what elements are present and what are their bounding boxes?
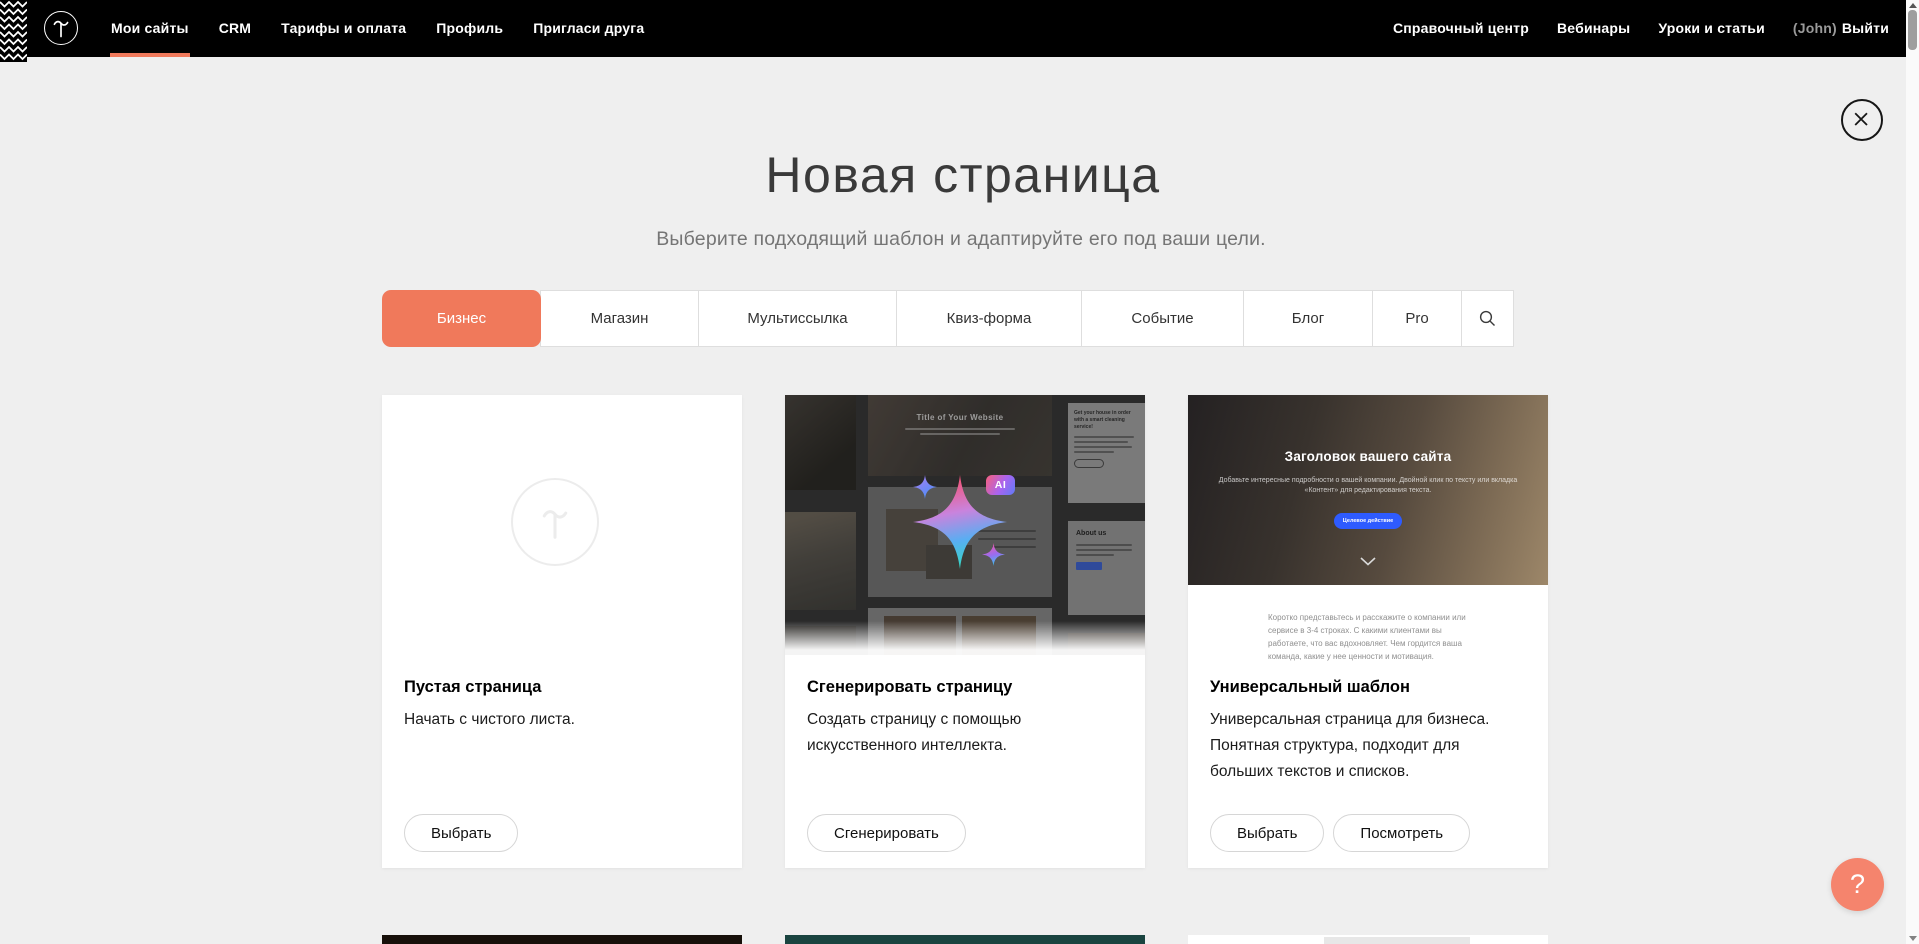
zigzag-pattern-icon [0,0,27,62]
card-description: Универсальная страница для бизнеса. Поня… [1210,707,1520,785]
card-title: Универсальный шаблон [1210,678,1410,697]
card-preview-partial[interactable] [1188,935,1548,944]
template-mosaic: Title of Your Website Get your house [785,395,1145,655]
main-nav: Мои сайты CRM Тарифы и оплата Профиль Пр… [111,0,644,57]
tab-quiz-form[interactable]: Квиз-форма [896,290,1082,347]
tab-blog[interactable]: Блог [1243,290,1373,347]
ai-preview: Title of Your Website Get your house [785,395,1145,665]
select-blank-button[interactable]: Выбрать [404,814,518,852]
card-preview-partial[interactable] [785,935,1145,944]
logout-link[interactable]: Выйти [1842,0,1889,57]
template-body-text: Коротко представьтесь и расскажите о ком… [1268,611,1466,663]
nav-invite-friend[interactable]: Пригласи друга [533,0,644,57]
page-title: Новая страница [765,146,1160,204]
top-nav-bar: Мои сайты CRM Тарифы и оплата Профиль Пр… [0,0,1906,57]
search-icon [1479,310,1496,327]
tab-business[interactable]: Бизнес [382,290,541,347]
nav-webinars[interactable]: Вебинары [1557,0,1630,57]
user-menu: (John) Выйти [1793,0,1889,57]
tab-search[interactable] [1461,290,1514,347]
tab-multilink[interactable]: Мультиссылка [698,290,897,347]
template-hero: Заголовок вашего сайта Добавьте интересн… [1188,395,1548,585]
tilda-logo-icon[interactable] [44,11,78,45]
card-ai-generate: Title of Your Website Get your house [785,395,1145,868]
nav-profile[interactable]: Профиль [436,0,503,57]
template-cta-button: Целевое действие [1334,513,1402,529]
chevron-down-icon [1360,553,1376,571]
generate-button[interactable]: Сгенерировать [807,814,966,852]
nav-my-sites[interactable]: Мои сайты [111,0,189,57]
close-button[interactable] [1841,99,1883,141]
card-universal-template: Заголовок вашего сайта Добавьте интересн… [1188,395,1548,868]
view-template-button[interactable]: Посмотреть [1333,814,1470,852]
card-description: Начать с чистого листа. [404,707,714,733]
template-preview: Заголовок вашего сайта Добавьте интересн… [1188,395,1548,665]
scroll-up-arrow-icon[interactable] [1909,3,1917,8]
scroll-down-arrow-icon[interactable] [1909,936,1917,941]
card-title: Пустая страница [404,678,541,697]
nav-crm[interactable]: CRM [219,0,251,57]
card-preview-partial[interactable] [382,935,742,944]
page-subtitle: Выберите подходящий шаблон и адаптируйте… [656,228,1266,251]
ai-badge: AI [986,475,1015,495]
card-title: Сгенерировать страницу [807,678,1012,697]
template-category-tabs: Бизнес Магазин Мультиссылка Квиз-форма С… [382,290,1514,347]
nav-tariffs[interactable]: Тарифы и оплата [281,0,406,57]
secondary-nav: Справочный центр Вебинары Уроки и статьи… [1393,0,1889,57]
template-hero-subtext: Добавьте интересные подробности о вашей … [1218,476,1518,496]
scrollbar-thumb[interactable] [1908,10,1917,50]
tab-event[interactable]: Событие [1081,290,1244,347]
card-blank-page: Пустая страница Начать с чистого листа. … [382,395,742,868]
scrollbar[interactable] [1906,0,1919,944]
tab-pro[interactable]: Pro [1372,290,1462,347]
template-hero-heading: Заголовок вашего сайта [1188,449,1548,464]
help-button[interactable]: ? [1831,858,1884,911]
nav-help-center[interactable]: Справочный центр [1393,0,1529,57]
blank-page-preview [382,395,742,665]
card-description: Создать страницу с помощью искусственног… [807,707,1042,759]
select-template-button[interactable]: Выбрать [1210,814,1324,852]
template-body: Коротко представьтесь и расскажите о ком… [1188,585,1548,665]
tilda-watermark-icon [511,478,599,566]
user-name: (John) [1793,0,1837,57]
nav-lessons[interactable]: Уроки и статьи [1658,0,1765,57]
tab-store[interactable]: Магазин [540,290,699,347]
close-icon [1843,99,1881,141]
tilda-new-page-screen: Мои сайты CRM Тарифы и оплата Профиль Пр… [0,0,1919,944]
